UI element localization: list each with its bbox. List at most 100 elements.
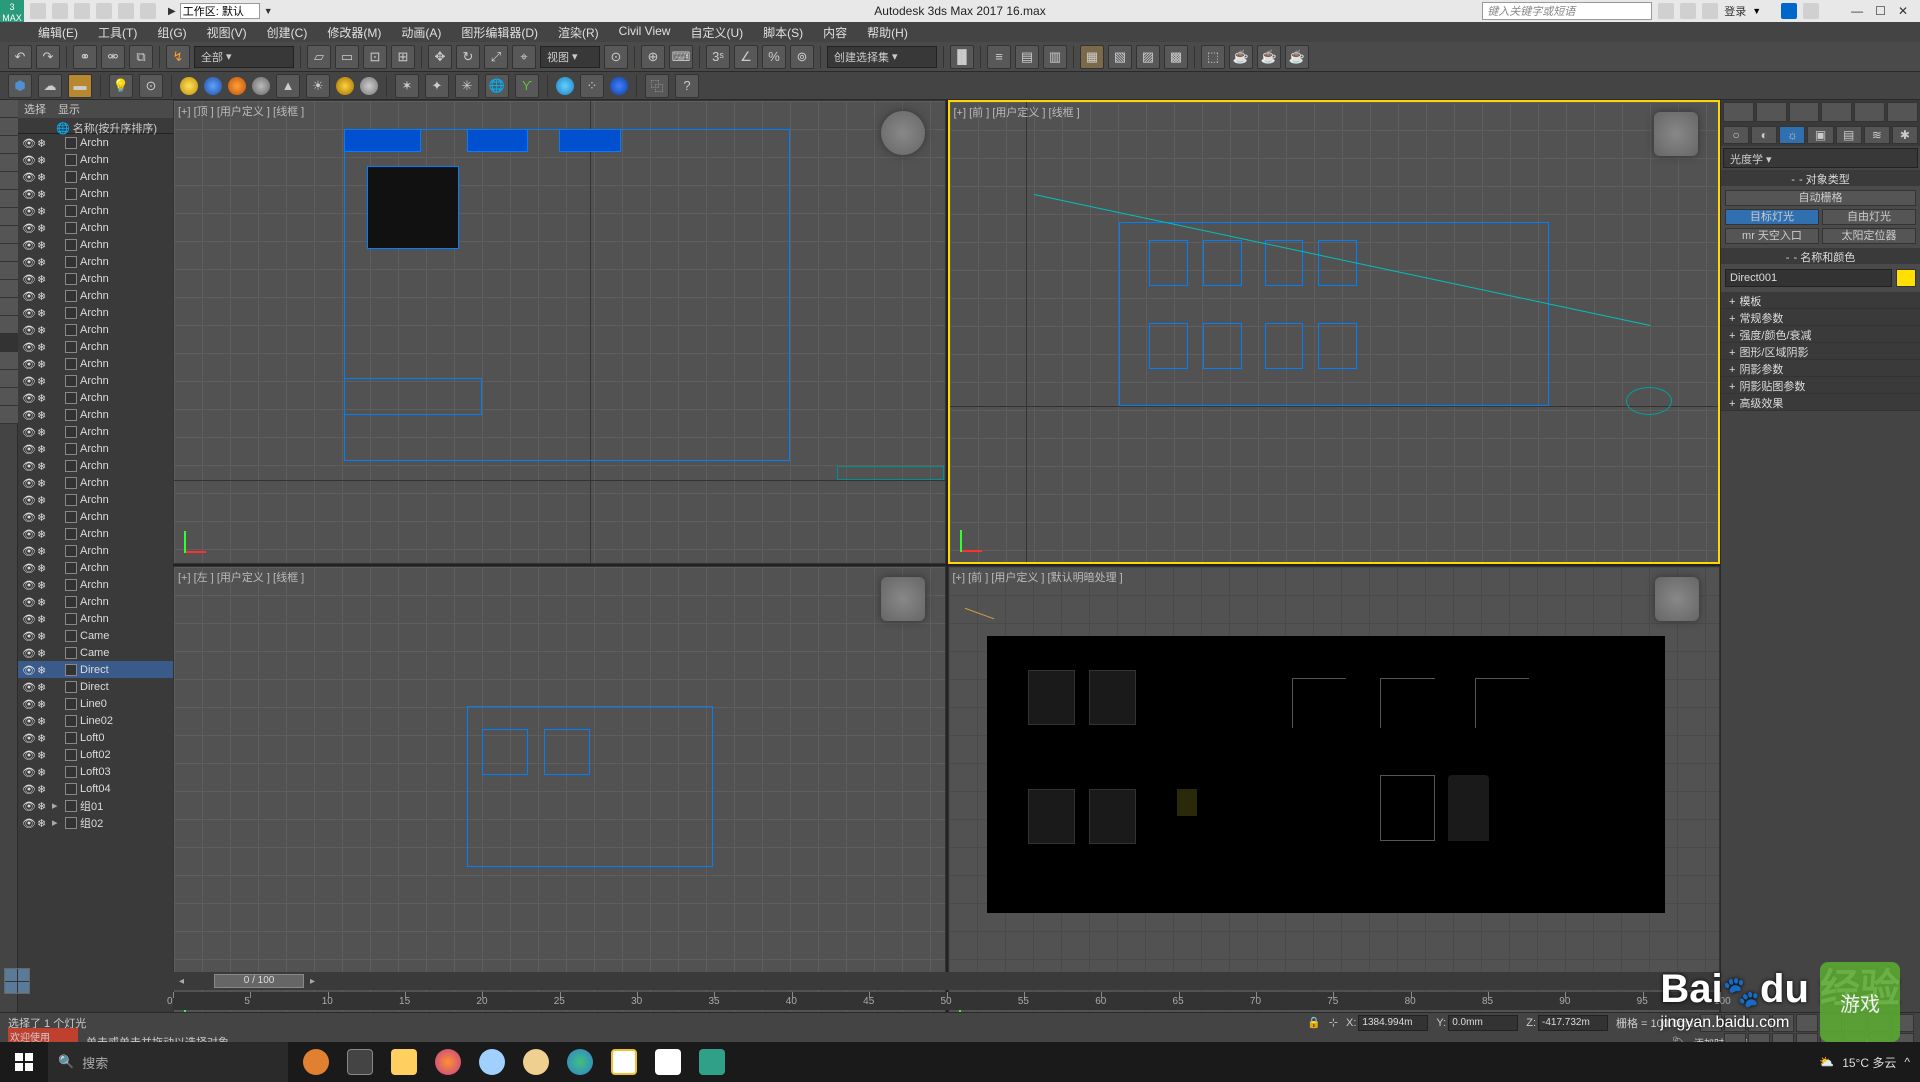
tree-item[interactable]: 👁❄Loft0 [18,729,173,746]
sun-icon[interactable]: ☀ [306,74,330,98]
visibility-icon[interactable]: 👁 [22,783,34,795]
redo-icon[interactable] [118,3,134,19]
tree-item[interactable]: 👁❄Archn [18,474,173,491]
teapot2-button[interactable]: ☕ [1257,45,1281,69]
freeze-icon[interactable]: ❄ [37,698,49,710]
visibility-icon[interactable]: 👁 [22,494,34,506]
menu-customize[interactable]: 自定义(U) [680,22,753,42]
visibility-icon[interactable]: 👁 [22,460,34,472]
stars-icon[interactable]: ✳ [455,74,479,98]
visibility-icon[interactable]: 👁 [22,800,34,812]
lt-geo[interactable] [0,118,18,136]
freeze-icon[interactable]: ❄ [37,494,49,506]
menu-help[interactable]: 帮助(H) [857,22,918,42]
freeze-icon[interactable]: ❄ [37,154,49,166]
sphere-orange[interactable] [228,77,246,95]
app-paint2[interactable] [514,1042,558,1082]
expand-icon[interactable]: ▸ [52,799,62,812]
freeze-icon[interactable]: ❄ [37,766,49,778]
tree-item[interactable]: 👁❄Archn [18,559,173,576]
view-cube[interactable] [1655,577,1699,621]
visibility-icon[interactable]: 👁 [22,188,34,200]
user-icon[interactable] [1702,3,1718,19]
menu-civil[interactable]: Civil View [609,22,681,42]
visibility-icon[interactable]: 👁 [22,273,34,285]
visibility-icon[interactable]: 👁 [22,698,34,710]
help2-icon[interactable]: ? [675,74,699,98]
viewport-top[interactable]: [+] [顶 ] [用户定义 ] [线框 ] [173,100,946,564]
list-header[interactable]: 🌐 名称(按升序排序) [18,118,173,134]
bulb-icon[interactable]: 💡 [109,74,133,98]
cone-icon[interactable]: ▲ [276,74,300,98]
tree-item[interactable]: 👁❄Archn [18,372,173,389]
free-light-button[interactable]: 自由灯光 [1822,209,1916,225]
lt-helper[interactable] [0,190,18,208]
visibility-icon[interactable]: 👁 [22,562,34,574]
select-cross-button[interactable]: ⊞ [391,45,415,69]
visibility-icon[interactable]: 👁 [22,239,34,251]
rollout-collapsed[interactable]: 强度/颜色/衰减 [1721,326,1920,343]
colors-icon[interactable]: ⁘ [580,74,604,98]
sphere-yellow[interactable] [180,77,198,95]
freeze-icon[interactable]: ❄ [37,630,49,642]
plane-icon[interactable]: ▬ [68,74,92,98]
view-cube[interactable] [881,111,925,155]
lt-warp[interactable] [0,208,18,226]
viewport-left-label[interactable]: [+] [左 ] [用户定义 ] [线框 ] [178,569,304,585]
named-selection-dropdown[interactable]: 创建选择集 ▾ [827,46,937,68]
lt-shape[interactable] [0,136,18,154]
visibility-icon[interactable]: 👁 [22,154,34,166]
system-tray[interactable]: ⛅ 15°C 多云 ^ [1809,1042,1920,1082]
taskbar-search[interactable]: 🔍 搜索 [48,1042,288,1082]
freeze-icon[interactable]: ❄ [37,375,49,387]
tree-item[interactable]: 👁❄Archn [18,355,173,372]
freeze-icon[interactable]: ❄ [37,341,49,353]
lt-hidden[interactable] [0,316,18,334]
visibility-icon[interactable]: 👁 [22,443,34,455]
snap-button[interactable]: 3ˢ [706,45,730,69]
close-button[interactable]: ✕ [1898,4,1908,18]
more-icon[interactable] [140,3,156,19]
freeze-icon[interactable]: ❄ [37,681,49,693]
spray-icon[interactable]: ✦ [425,74,449,98]
app-3dsmax[interactable] [690,1042,734,1082]
visibility-icon[interactable]: 👁 [22,290,34,302]
new-icon[interactable] [30,3,46,19]
visibility-icon[interactable]: 👁 [22,579,34,591]
undo-button[interactable]: ↶ [8,45,32,69]
tab-utilities[interactable] [1887,102,1918,122]
coord-y-input[interactable] [1448,1015,1518,1031]
tree-item[interactable]: 👁❄Loft02 [18,746,173,763]
freeze-icon[interactable]: ❄ [37,817,49,829]
freeze-icon[interactable]: ❄ [37,324,49,336]
open-icon[interactable] [52,3,68,19]
container-icon[interactable]: ⬢ [8,74,32,98]
tree-item[interactable]: 👁❄▸组02 [18,814,173,831]
tree-item[interactable]: 👁❄Archn [18,457,173,474]
tree-item[interactable]: 👁❄Archn [18,185,173,202]
lt-light[interactable] [0,154,18,172]
tree-item[interactable]: 👁❄Archn [18,389,173,406]
sphere-grey2[interactable] [360,77,378,95]
render-setup-button[interactable]: ▩ [1164,45,1188,69]
tree-item[interactable]: 👁❄Came [18,627,173,644]
lt-bone[interactable] [0,262,18,280]
lt-cam[interactable] [0,172,18,190]
subtab-shape[interactable]: ◐ [1751,126,1777,144]
visibility-icon[interactable]: 👁 [22,664,34,676]
tree-item[interactable]: 👁❄Archn [18,287,173,304]
visibility-icon[interactable]: 👁 [22,307,34,319]
visibility-icon[interactable]: 👁 [22,477,34,489]
viewport-persp-label[interactable]: [+] [前 ] [用户定义 ] [默认明暗处理 ] [953,569,1123,585]
tree-item[interactable]: 👁❄Archn [18,610,173,627]
tree-item[interactable]: 👁❄Archn [18,440,173,457]
start-button[interactable] [0,1042,48,1082]
app-explorer[interactable] [382,1042,426,1082]
freeze-icon[interactable]: ❄ [37,171,49,183]
tree-item[interactable]: 👁❄Archn [18,270,173,287]
workspace-input[interactable] [180,3,260,19]
freeze-icon[interactable]: ❄ [37,222,49,234]
lt-layer[interactable] [0,406,18,424]
menu-content[interactable]: 内容 [813,22,857,42]
help-icon[interactable] [1803,3,1819,19]
